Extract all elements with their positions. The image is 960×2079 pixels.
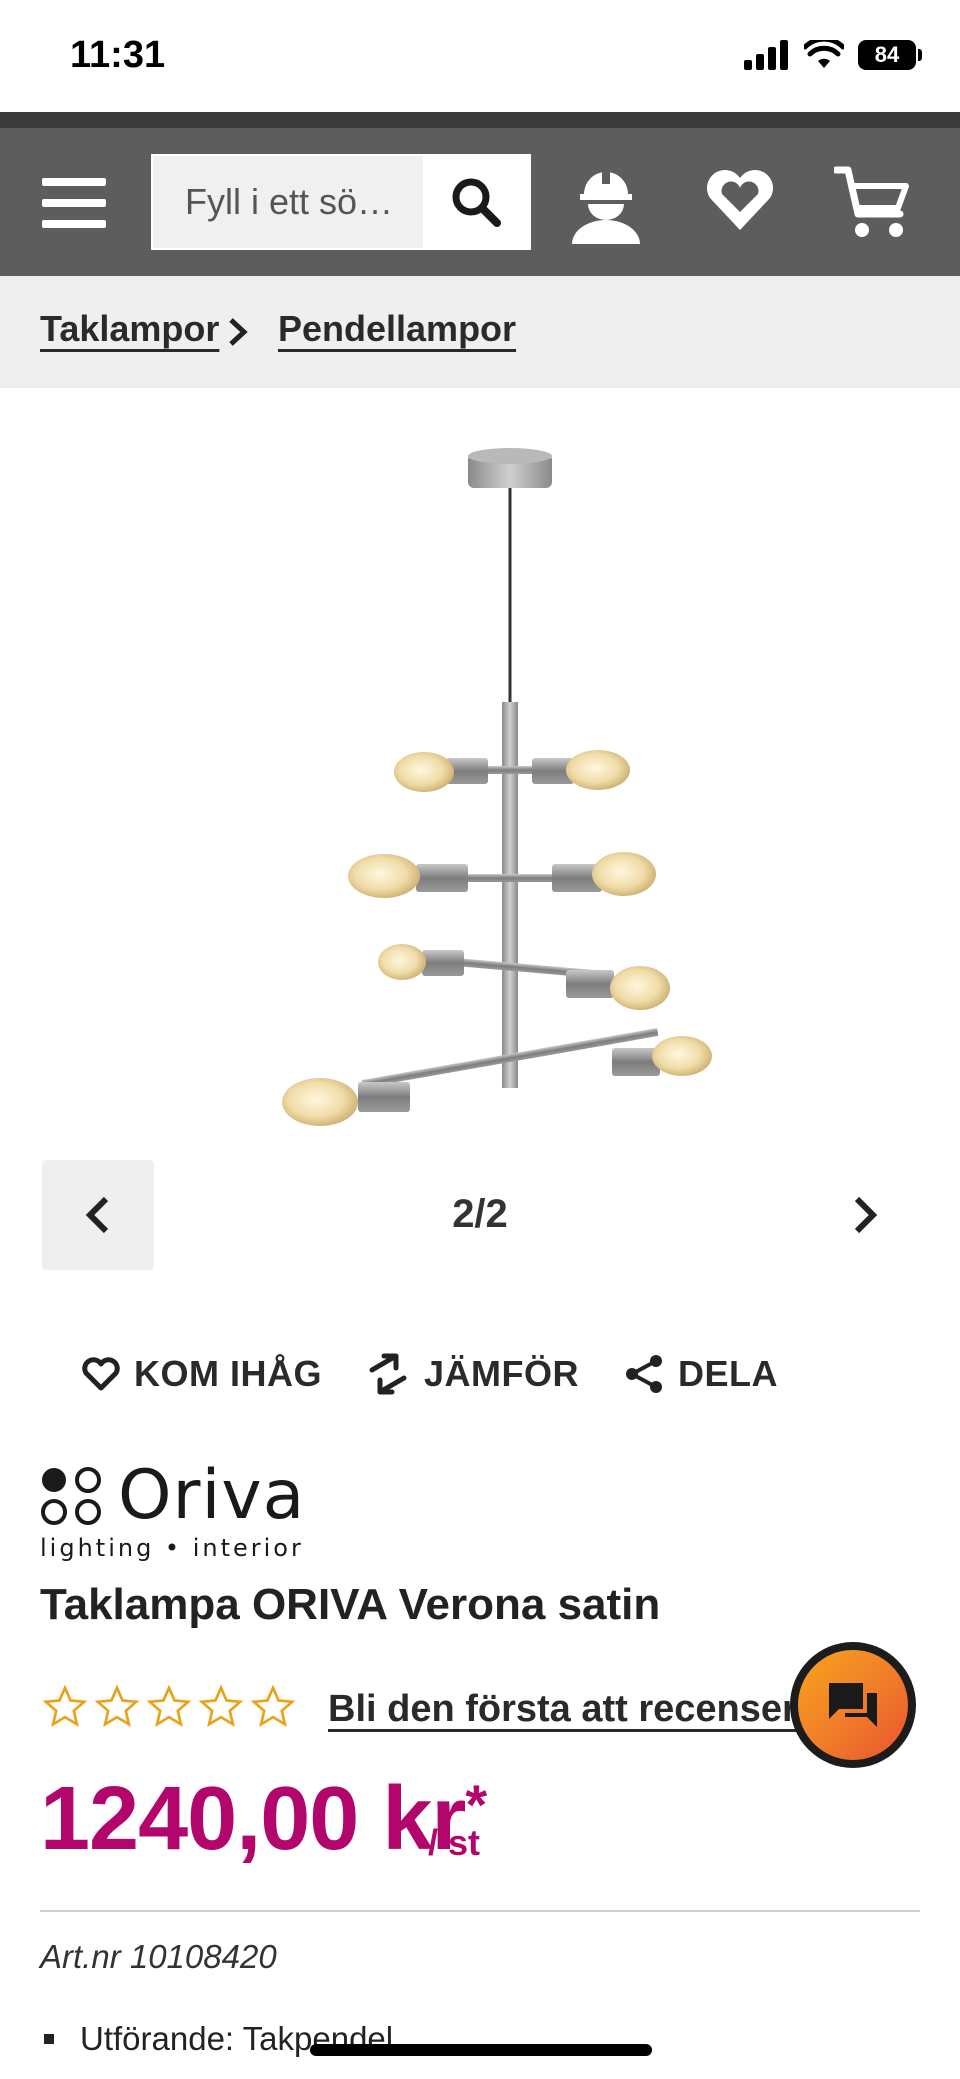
rating-stars[interactable] <box>42 1684 296 1730</box>
compare-arrows-icon <box>369 1353 407 1395</box>
share-icon <box>626 1355 662 1393</box>
article-number: Art.nr 10108420 <box>40 1938 277 1975</box>
search-icon <box>452 178 501 227</box>
brand-tagline: lighting • interior <box>40 1534 304 1562</box>
wishlist-heart-icon[interactable] <box>704 164 776 236</box>
write-review-link[interactable]: Bli den första att recensera <box>328 1688 818 1731</box>
oriva-logo-circles-icon <box>41 1467 101 1525</box>
heart-outline-icon <box>82 1357 120 1391</box>
bullet-icon <box>44 2034 54 2044</box>
header-top-strip <box>0 112 960 128</box>
search-input[interactable] <box>153 156 423 248</box>
remember-label: KOM IHÅG <box>134 1353 322 1394</box>
brand-name: Oriva <box>118 1456 306 1535</box>
signal-icon <box>744 40 788 70</box>
chevron-right-icon <box>229 318 248 346</box>
compare-label: JÄMFÖR <box>424 1353 579 1394</box>
product-price: 1240,00 kr* <box>40 1768 487 1871</box>
chevron-right-icon <box>854 1196 878 1234</box>
star-outline-icon <box>250 1684 296 1728</box>
breadcrumb-taklampor[interactable]: Taklampor <box>40 308 219 350</box>
product-image <box>282 448 712 1126</box>
remember-button[interactable]: KOM IHÅG <box>82 1346 322 1402</box>
star-outline-icon <box>42 1684 88 1728</box>
divider <box>40 1910 920 1912</box>
search-box <box>151 154 531 250</box>
share-label: DELA <box>678 1353 778 1394</box>
breadcrumb-pendellampor[interactable]: Pendellampor <box>278 308 516 350</box>
gallery-counter: 2/2 <box>452 1192 508 1236</box>
home-indicator <box>310 2044 652 2056</box>
price-value: 1240,00 kr <box>40 1769 466 1869</box>
chat-button[interactable] <box>790 1642 916 1768</box>
chevron-left-icon <box>85 1196 109 1234</box>
battery-indicator: 84 <box>858 40 922 70</box>
site-header <box>0 128 960 276</box>
share-button[interactable]: DELA <box>624 1346 778 1402</box>
star-outline-icon <box>94 1684 140 1728</box>
star-outline-icon <box>198 1684 244 1728</box>
chat-bubble-icon <box>829 1683 877 1727</box>
breadcrumb: Taklampor Pendellampor <box>0 276 960 388</box>
gallery-prev-button[interactable] <box>42 1160 154 1270</box>
account-worker-icon[interactable] <box>568 164 644 244</box>
product-title: Taklampa ORIVA Verona satin <box>40 1580 661 1629</box>
price-unit: / st <box>428 1822 481 1863</box>
menu-button[interactable] <box>42 178 106 228</box>
wifi-icon <box>804 40 844 68</box>
status-bar: 11:31 84 <box>0 0 960 112</box>
gallery-next-button[interactable] <box>820 1170 910 1260</box>
cart-icon[interactable] <box>834 164 910 244</box>
compare-button[interactable]: JÄMFÖR <box>366 1346 579 1402</box>
status-time: 11:31 <box>70 34 166 76</box>
search-button[interactable] <box>423 156 529 248</box>
status-icons: 84 <box>744 40 922 70</box>
star-outline-icon <box>146 1684 192 1728</box>
brand-logo[interactable]: Oriva lighting • interior <box>40 1456 310 1562</box>
